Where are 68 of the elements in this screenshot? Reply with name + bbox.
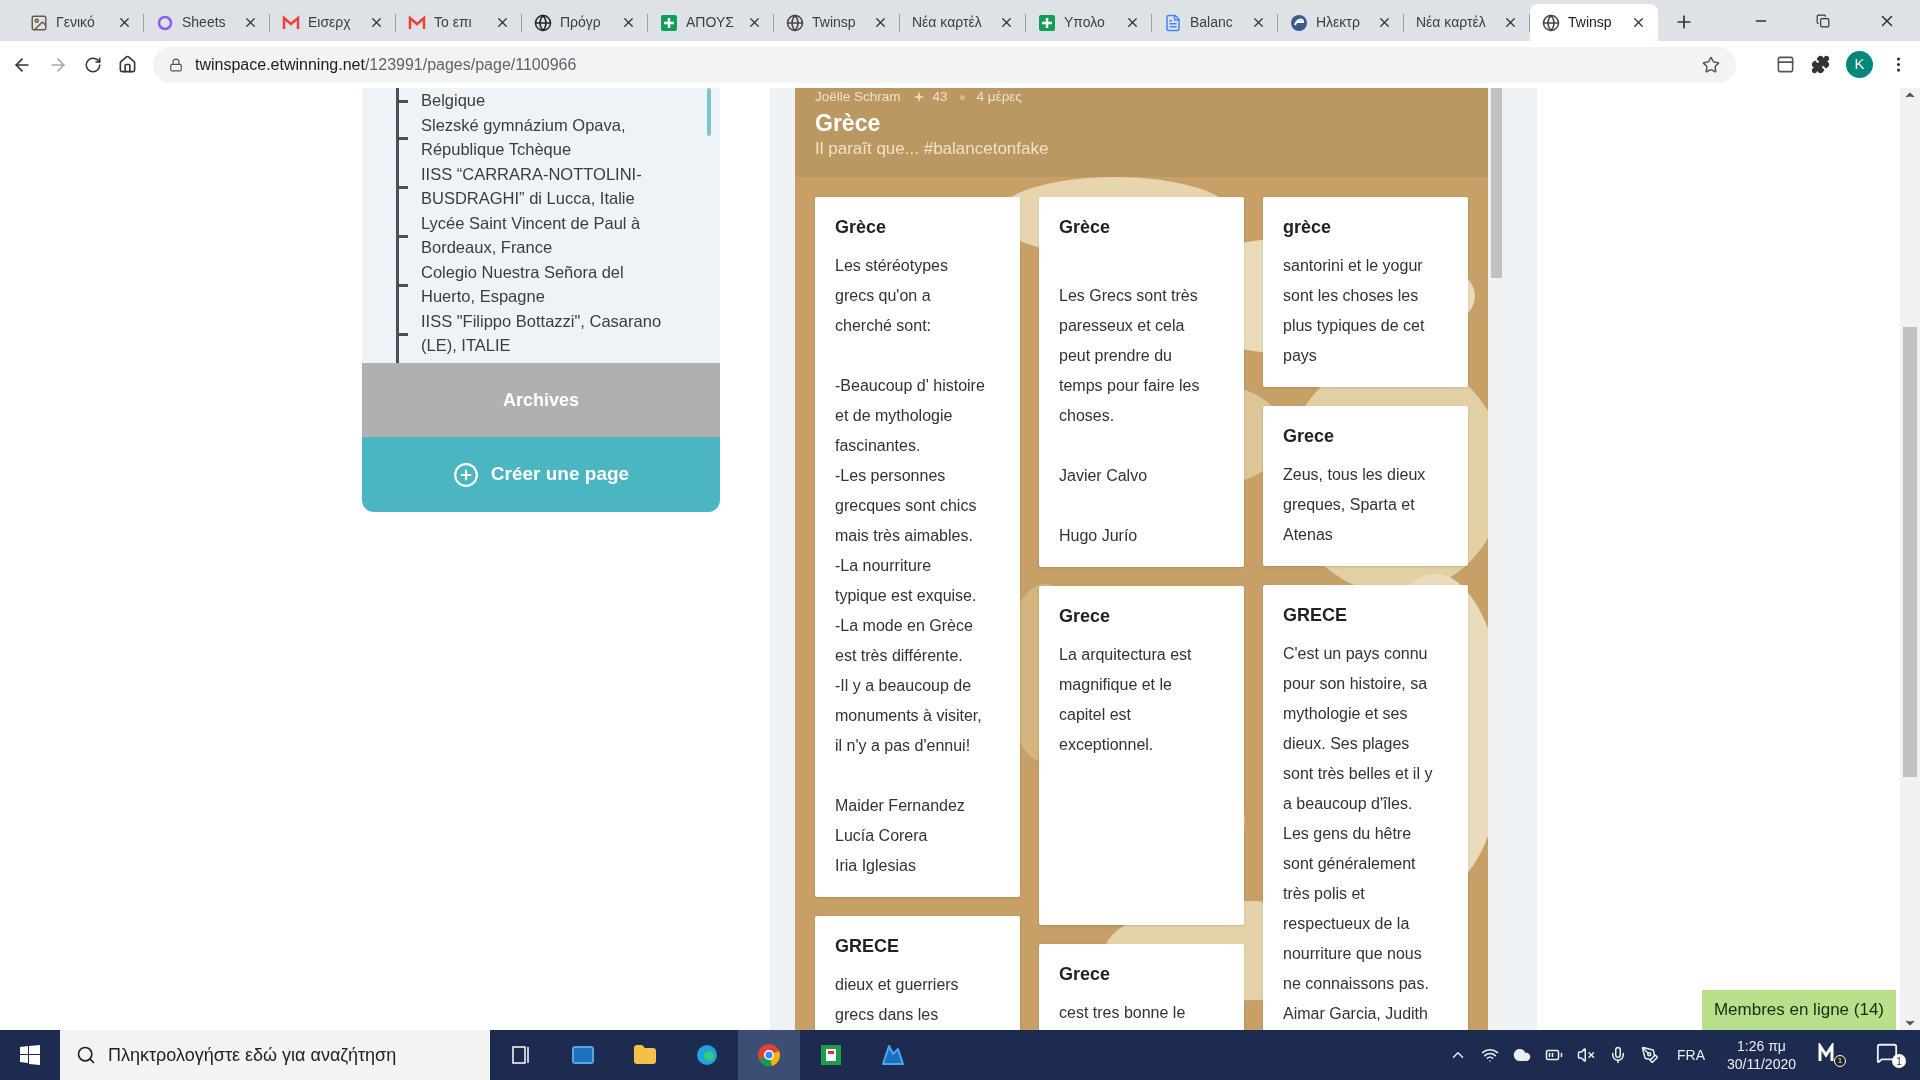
post-title: Grece [1283,425,1336,448]
school-link[interactable]: Colegio Nuestra Señora del Huerto, Espagne [421,259,624,309]
tab-title: ΑΠΟΥΣ [686,13,735,32]
post-title: Grece [1059,963,1112,986]
profile-avatar[interactable]: K [1846,51,1873,78]
tab-title: Πρόγρ [560,13,602,32]
post-title: GRECE [1283,604,1348,627]
post-text: dieux et guerriers grecs dans les [835,975,960,1025]
url-text: twinspace.etwinning.net/123991/pages/page/1100966 [195,54,577,75]
school-link[interactable]: Belgique [421,88,486,113]
post-text: C'est un pays connu pour son histoire, sa mythologie et ses dieux. Ses plages sont très belles et il y a beaucoup d'îles. Les gens du hêtre sont généralement très polis et respectueux de la nourriture que nous ne connaissons pas. Aimar Garcia, Judith [1283,644,1434,1024]
tab-title: Twinsp [1568,13,1613,32]
address-bar[interactable]: twinspace.etwinning.net/123991/pages/page/1100966 [153,46,1736,83]
browser-tab[interactable]: Το επι [396,4,522,41]
post-card[interactable]: Grece Zeus, tous les dieux greques, Sparta et Atenas [1263,406,1468,566]
post-age: 4 μέρες [976,88,1022,106]
post-card[interactable]: GRECE dieux et guerriers grecs dans les [815,916,1020,1030]
post-card[interactable]: Grece La arquitectura est magnifique et le capitel est exceptionnel. [1039,586,1244,925]
post-title: Grece [1059,605,1112,628]
post-text: La arquitectura est magnifique et le capitel est exceptionnel. [1059,645,1193,755]
tab-title: Ηλεκτρ [1316,13,1361,32]
post-title: Grèce [1059,216,1112,239]
padlet-subtitle: Il paraît que... #balancetonfake [815,138,1050,160]
school-link[interactable]: Slezské gymnázium Opava, République Tchèque [421,112,626,162]
browser-tab[interactable]: Υπολο [1026,4,1152,41]
tab-title: Γενικό [56,13,96,32]
browser-tab[interactable]: Balanc [1152,4,1278,41]
school-link[interactable]: IISS "Filippo Bottazzi", Casarano (LE), ITALIE [421,308,662,358]
tab-title: Υπολο [1064,13,1106,32]
post-card[interactable]: grèce santorini et le yogur sont les choses les plus typiques de cet pays [1263,197,1468,387]
badge: 1 [1834,1055,1846,1067]
badge: 1 [1892,1054,1906,1068]
school-link[interactable]: Lycée Saint Vincent de Paul à Bordeaux, France [421,210,641,260]
browser-tab[interactable]: Twinsp [1530,4,1658,41]
browser-tab[interactable]: Twinsp [774,4,900,41]
tab-title: Balanc [1190,13,1234,32]
language-indicator[interactable]: FRA [1676,1044,1705,1066]
clock[interactable]: 1:26 πμ 30/11/2020 [1726,1037,1796,1073]
post-title: GRECE [835,935,900,958]
browser-tab[interactable]: Νέα καρτέλ [1404,4,1530,41]
post-text: Zeus, tous les dieux greques, Sparta et Atenas [1283,465,1427,545]
post-title: Grèce [835,216,888,239]
post-text: santorini et le yogur sont les choses les plus typiques de cet pays [1283,256,1426,366]
post-text: Les stéréotypes grecs qu'on a cherché sont: -Beaucoup d' histoire et de mythologie fascinantes. -Les personnes grecques sont chics mais très aimables. -La nourriture typique est exquise. -La mode en Grèce est très différente. -Il y a beaucoup de monuments à visiter, il n'y a pas d'ennui! Maider Fernandez Lucía Corera Iria Iglesias [835,256,986,876]
like-count: 43 [932,88,948,106]
post-card[interactable]: Grece cest tres bonne le [1039,944,1244,1030]
tab-title: Νέα καρτέλ [1416,13,1487,32]
search-field[interactable]: Πληκτρολογήστε εδώ για αναζήτηση [60,1030,490,1080]
browser-tab[interactable]: Γενικό [18,4,144,41]
online-members-button[interactable]: Membres en ligne (14) [1701,990,1896,1030]
browser-tab[interactable]: Νέα καρτέλ [900,4,1026,41]
browser-tab[interactable]: ΑΠΟΥΣ [648,4,774,41]
author-name: Joëlle Schram [815,88,901,106]
tab-title: Νέα καρτέλ [912,13,983,32]
post-text: cest tres bonne le [1059,1003,1187,1023]
post-card[interactable]: Grèce Les Grecs sont très paresseux et cela peut prendre du temps pour faire les choses. Javier Calvo Hugo Jurío [1039,197,1244,567]
browser-tab[interactable]: Εισερχ [270,4,396,41]
school-link[interactable]: IISS “CARRARA-NOTTOLINI- BUSDRAGHI” di Lucca, Italie [421,161,642,211]
browser-tab[interactable]: Πρόγρ [522,4,648,41]
browser-tab[interactable]: Ηλεκτρ [1278,4,1404,41]
post-title: grèce [1283,216,1333,239]
tab-title: Εισερχ [308,13,352,32]
tab-title: Twinsp [812,13,857,32]
tab-title: Το επι [434,13,473,32]
browser-tab[interactable]: Sheets [144,4,270,41]
padlet-title: Grèce [815,109,882,138]
tab-title: Sheets [182,13,227,32]
post-text: Les Grecs sont très paresseux et cela peut prendre du temps pour faire les choses. Javier Calvo Hugo Jurío [1059,286,1201,546]
